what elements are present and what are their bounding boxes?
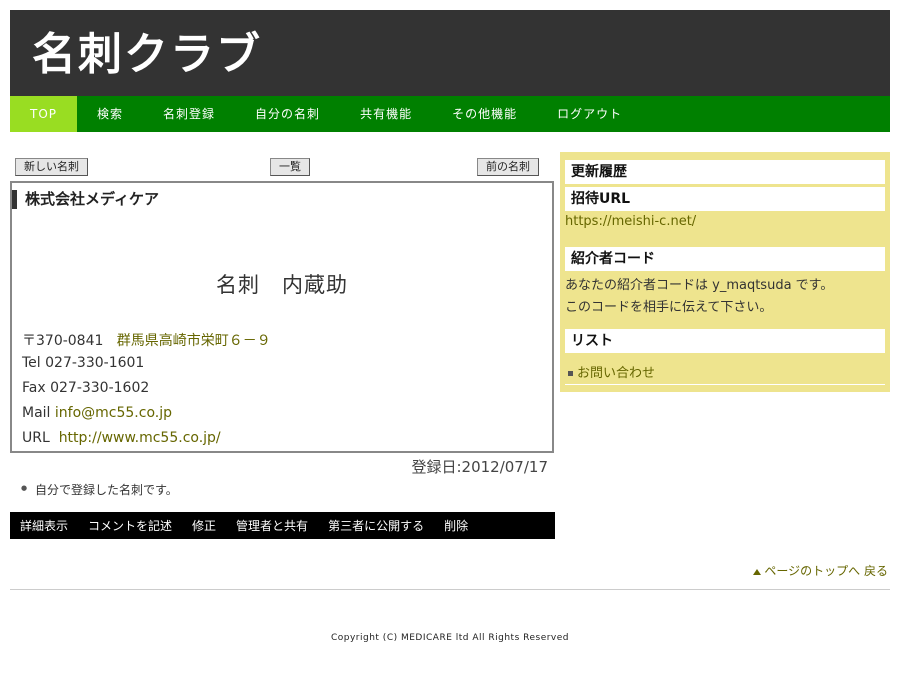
card-fax-label: Fax [22, 380, 46, 396]
site-header: 名刺クラブ [10, 10, 890, 96]
triangle-up-icon [753, 568, 762, 575]
card-address-line: 〒370-0841 群馬県高崎市栄町６－９ [22, 330, 271, 350]
page-top-link[interactable]: ページのトップへ 戻る [753, 562, 888, 579]
sidebar-list-heading: リスト [565, 329, 885, 353]
delete-link[interactable]: 削除 [444, 517, 468, 534]
nav-item-logout[interactable]: ログアウト [537, 96, 642, 132]
sidebar-history-heading: 更新履歴 [565, 160, 885, 184]
card-tel: 027-330-1601 [45, 355, 145, 371]
contact-link-label: お問い合わせ [577, 366, 656, 381]
card-url-label: URL [22, 430, 50, 446]
card-fax: 027-330-1602 [50, 380, 150, 396]
business-card: 株式会社メディケア 名刺 内蔵助 〒370-0841 群馬県高崎市栄町６－９ T… [10, 181, 554, 453]
nav-item-search[interactable]: 検索 [77, 96, 143, 132]
card-url-line: URL http://www.mc55.co.jp/ [22, 430, 221, 446]
registration-date: 登録日:2012/07/17 [411, 458, 548, 476]
sidebar-list-divider [565, 384, 885, 385]
site-title[interactable]: 名刺クラブ [32, 28, 262, 82]
card-url-link[interactable]: http://www.mc55.co.jp/ [59, 430, 221, 446]
main-nav: TOP 検索 名刺登録 自分の名刺 共有機能 その他機能 ログアウト [10, 96, 890, 132]
edit-link[interactable]: 修正 [192, 517, 216, 534]
new-card-button[interactable]: 新しい名刺 [15, 158, 88, 176]
nav-item-my-card[interactable]: 自分の名刺 [235, 96, 340, 132]
card-postal: 〒370-0841 [22, 333, 104, 349]
footer-divider [10, 589, 890, 590]
nav-item-register[interactable]: 名刺登録 [143, 96, 235, 132]
card-note: 自分で登録した名刺です。 [21, 481, 178, 498]
invite-url-link[interactable]: https://meishi-c.net/ [565, 214, 696, 229]
card-tel-line: Tel 027-330-1601 [22, 355, 144, 371]
referrer-code-text: あなたの紹介者コードは y_maqtsuda です。 [565, 278, 834, 293]
card-address-link[interactable]: 群馬県高崎市栄町６－９ [117, 333, 271, 349]
card-action-bar: 詳細表示 コメントを記述 修正 管理者と共有 第三者に公開する 削除 [10, 512, 555, 539]
card-tel-label: Tel [22, 355, 41, 371]
copyright: Copyright (C) MEDICARE ltd All Rights Re… [330, 633, 570, 643]
nav-item-top[interactable]: TOP [10, 96, 78, 132]
detail-view-link[interactable]: 詳細表示 [20, 517, 68, 534]
card-mail-line: Mail info@mc55.co.jp [22, 405, 172, 421]
contact-link[interactable]: お問い合わせ [568, 362, 655, 381]
nav-item-share[interactable]: 共有機能 [340, 96, 432, 132]
write-comment-link[interactable]: コメントを記述 [88, 517, 172, 534]
card-mail-label: Mail [22, 405, 51, 421]
card-person-name: 名刺 内蔵助 [216, 273, 348, 297]
card-fax-line: Fax 027-330-1602 [22, 380, 149, 396]
publish-link[interactable]: 第三者に公開する [328, 517, 424, 534]
card-company: 株式会社メディケア [12, 190, 159, 209]
page-top-label: ページのトップへ 戻る [764, 564, 888, 578]
list-button[interactable]: 一覧 [270, 158, 310, 176]
share-admin-link[interactable]: 管理者と共有 [236, 517, 308, 534]
card-mail-link[interactable]: info@mc55.co.jp [55, 405, 172, 421]
sidebar: 更新履歴 招待URL https://meishi-c.net/ 紹介者コード … [560, 152, 890, 392]
sidebar-invite-heading: 招待URL [565, 187, 885, 211]
nav-item-other[interactable]: その他機能 [432, 96, 537, 132]
referrer-instruction-text: このコードを相手に伝えて下さい。 [565, 300, 773, 315]
prev-card-button[interactable]: 前の名刺 [477, 158, 539, 176]
square-bullet-icon [568, 371, 573, 376]
sidebar-referrer-heading: 紹介者コード [565, 247, 885, 271]
